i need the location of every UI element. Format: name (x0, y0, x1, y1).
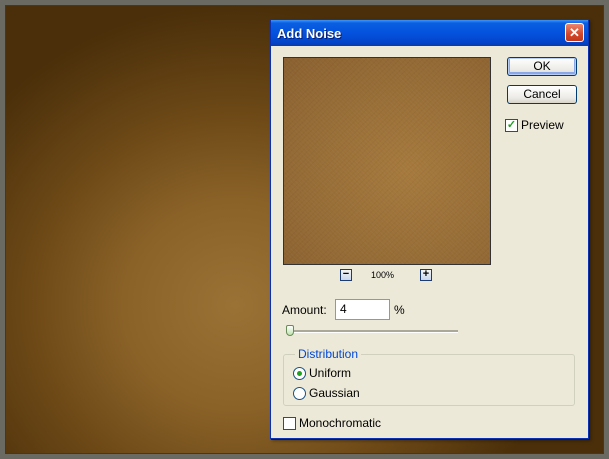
cancel-button[interactable]: Cancel (507, 85, 577, 104)
uniform-radio[interactable] (293, 367, 306, 380)
preview-label: Preview (521, 118, 564, 132)
zoom-in-button[interactable]: + (420, 269, 432, 281)
amount-input[interactable]: 4 (335, 299, 390, 320)
gaussian-radio[interactable] (293, 387, 306, 400)
monochromatic-label: Monochromatic (299, 416, 382, 430)
close-button[interactable]: ✕ (565, 23, 584, 42)
amount-slider-track[interactable] (288, 330, 458, 333)
amount-unit: % (394, 303, 405, 317)
ok-button[interactable]: OK (507, 57, 577, 76)
distribution-title: Distribution (295, 347, 362, 361)
preview-image[interactable] (283, 57, 491, 265)
zoom-out-button[interactable]: − (340, 269, 352, 281)
zoom-level: 100% (371, 270, 395, 280)
close-icon: ✕ (569, 25, 580, 40)
dialog-title: Add Noise (277, 26, 342, 41)
amount-label: Amount: (282, 303, 327, 317)
add-noise-dialog: Add Noise ✕ − 100% + OK Cancel ✓ Preview… (270, 19, 589, 439)
gaussian-label: Gaussian (309, 386, 360, 400)
amount-slider-thumb[interactable] (286, 325, 294, 336)
preview-checkbox[interactable]: ✓ (505, 119, 518, 132)
monochromatic-checkbox[interactable] (283, 417, 296, 430)
uniform-label: Uniform (309, 366, 352, 380)
title-bar[interactable]: Add Noise ✕ (271, 20, 588, 46)
